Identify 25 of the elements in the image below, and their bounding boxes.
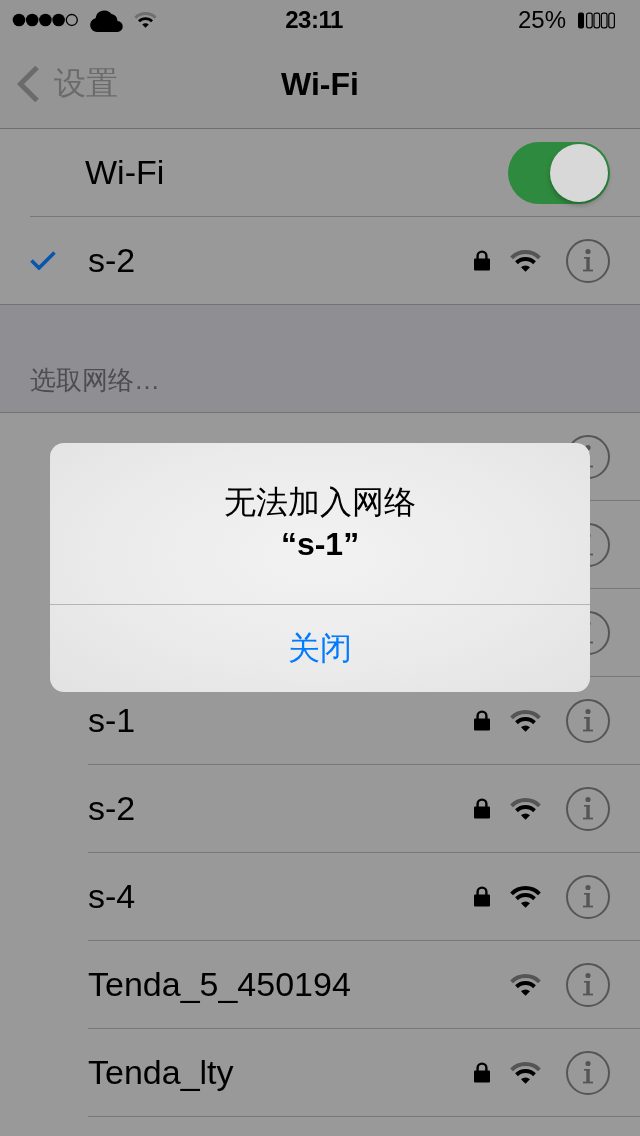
- alert-title: 无法加入网络: [224, 483, 416, 522]
- network-name[interactable]: s-2: [88, 241, 136, 280]
- info-icon[interactable]: [566, 786, 610, 831]
- network-name[interactable]: Tenda_5_450194: [88, 965, 351, 1004]
- battery-icon: [578, 11, 616, 29]
- network-name[interactable]: Tenda_lty: [88, 1053, 234, 1092]
- status-time: 23:11: [285, 6, 343, 34]
- signal-strength-icon: [12, 13, 78, 27]
- section-header: 选取网络…: [30, 364, 160, 397]
- network-name[interactable]: s-1: [88, 701, 136, 740]
- info-icon[interactable]: [566, 962, 610, 1007]
- info-icon[interactable]: [566, 874, 610, 919]
- wifi-icon: [134, 12, 157, 28]
- info-icon[interactable]: [566, 698, 610, 743]
- info-icon[interactable]: [566, 1050, 610, 1095]
- wifi-label: Wi-Fi: [85, 153, 165, 192]
- cloud-icon: [89, 8, 123, 32]
- info-icon[interactable]: [566, 238, 610, 283]
- battery-percent: 25%: [517, 6, 566, 34]
- network-name[interactable]: s-2: [88, 789, 136, 828]
- alert-message: “s-1”: [280, 525, 360, 564]
- nav-title: Wi-Fi: [281, 65, 359, 103]
- network-name[interactable]: s-4: [88, 877, 136, 916]
- chevron-left-icon: [16, 65, 40, 103]
- wifi-switch[interactable]: [508, 141, 610, 204]
